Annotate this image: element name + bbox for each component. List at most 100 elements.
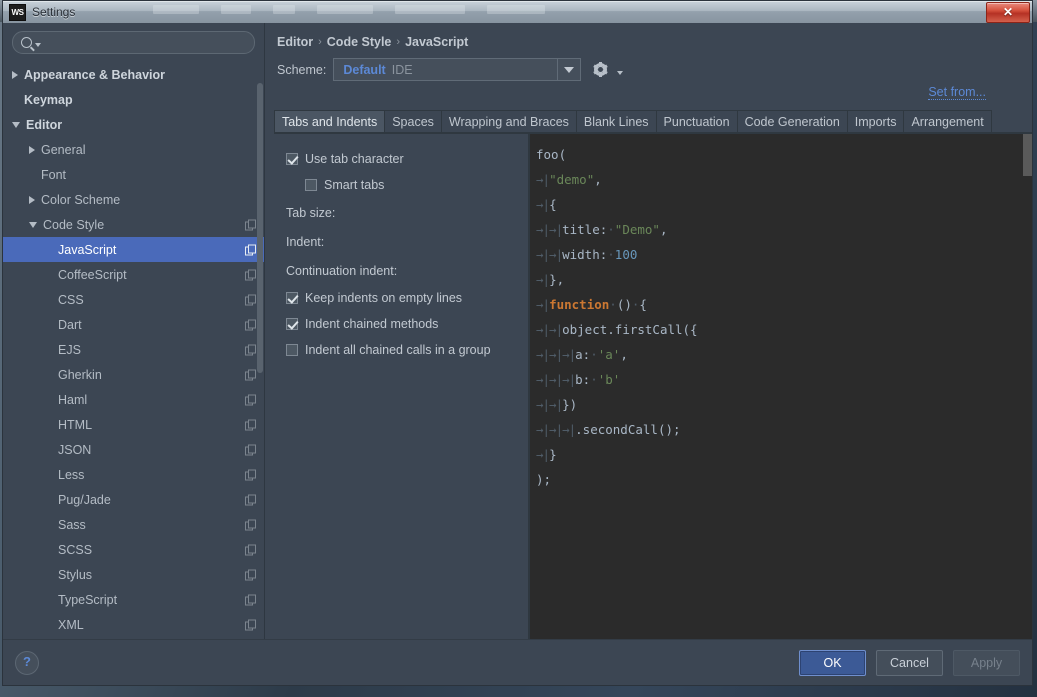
- option-label: Use tab character: [305, 152, 404, 166]
- sidebar-item-stylus[interactable]: Stylus: [3, 562, 264, 587]
- copy-scheme-icon[interactable]: [245, 619, 256, 630]
- settings-sidebar: Appearance & Behavior Keymap Editor General…: [3, 23, 265, 639]
- code-token: }): [562, 397, 578, 412]
- gear-dropdown-caret-icon[interactable]: [617, 70, 624, 75]
- chevron-right-icon[interactable]: [12, 70, 18, 79]
- chevron-right-icon[interactable]: [29, 195, 35, 204]
- settings-tabs[interactable]: Tabs and Indents Spaces Wrapping and Brace…: [274, 109, 1032, 133]
- copy-scheme-icon[interactable]: [245, 319, 256, 330]
- sidebar-item-haml[interactable]: Haml: [3, 387, 264, 412]
- settings-detail-panel: Editor › Code Style › JavaScript Scheme:…: [265, 23, 1032, 639]
- sidebar-item-font[interactable]: Font: [3, 162, 264, 187]
- checkbox-smart-tabs[interactable]: [305, 179, 317, 191]
- option-keep-indents-on-empty-lines[interactable]: Keep indents on empty lines: [286, 285, 528, 311]
- checkbox-use-tab-character[interactable]: [286, 153, 298, 165]
- preview-scrollbar-thumb[interactable]: [1023, 134, 1032, 176]
- breadcrumb-code-style[interactable]: Code Style: [327, 35, 392, 49]
- sidebar-item-label: HTML: [58, 417, 93, 432]
- option-indent-chained-methods[interactable]: Indent chained methods: [286, 311, 528, 337]
- sidebar-item-sass[interactable]: Sass: [3, 512, 264, 537]
- option-label: Smart tabs: [324, 178, 385, 192]
- code-preview-pane[interactable]: foo(→|"demo", →|{→|→|title:·"Demo", →|→|wi…: [529, 134, 1032, 639]
- sidebar-item-css[interactable]: CSS: [3, 287, 264, 312]
- copy-scheme-icon[interactable]: [245, 544, 256, 555]
- sidebar-item-gherkin[interactable]: Gherkin: [3, 362, 264, 387]
- cancel-button[interactable]: Cancel: [876, 649, 943, 676]
- tab-tabs-and-indents[interactable]: Tabs and Indents: [274, 110, 386, 132]
- checkbox-keep-indents-on-empty-lines[interactable]: [286, 292, 298, 304]
- code-token: →|: [536, 197, 550, 212]
- sidebar-item-pug-jade[interactable]: Pug/Jade: [3, 487, 264, 512]
- tab-imports[interactable]: Imports: [847, 110, 905, 132]
- field-row-tab-size: Tab size:: [286, 198, 797, 227]
- sidebar-item-coffeescript[interactable]: CoffeeScript: [3, 262, 264, 287]
- chevron-right-icon[interactable]: [29, 145, 35, 154]
- settings-tree[interactable]: Appearance & Behavior Keymap Editor General…: [3, 60, 264, 639]
- copy-scheme-icon[interactable]: [245, 294, 256, 305]
- sidebar-item-xml[interactable]: XML: [3, 612, 264, 637]
- tab-wrapping-and-braces[interactable]: Wrapping and Braces: [441, 110, 577, 132]
- scheme-dropdown[interactable]: Default IDE: [333, 58, 582, 81]
- copy-scheme-icon[interactable]: [245, 344, 256, 355]
- sidebar-scrollbar-thumb[interactable]: [257, 83, 263, 373]
- close-icon[interactable]: ✕: [986, 2, 1030, 23]
- scheme-value-qualifier: IDE: [391, 62, 413, 77]
- copy-scheme-icon[interactable]: [245, 369, 256, 380]
- checkbox-indent-chained-methods[interactable]: [286, 318, 298, 330]
- sidebar-item-label: Appearance & Behavior: [24, 67, 166, 82]
- tab-code-generation[interactable]: Code Generation: [737, 110, 848, 132]
- copy-scheme-icon[interactable]: [245, 269, 256, 280]
- gear-icon[interactable]: [593, 62, 609, 77]
- code-token: →|→|: [536, 322, 563, 337]
- help-icon[interactable]: ?: [15, 650, 39, 675]
- copy-scheme-icon[interactable]: [245, 394, 256, 405]
- sidebar-item-javascript[interactable]: JavaScript: [3, 237, 264, 262]
- search-box[interactable]: [12, 31, 255, 54]
- sidebar-item-scss[interactable]: SCSS: [3, 537, 264, 562]
- copy-scheme-icon[interactable]: [245, 569, 256, 580]
- sidebar-item-color-scheme[interactable]: Color Scheme: [3, 187, 264, 212]
- copy-scheme-icon[interactable]: [245, 244, 256, 255]
- checkbox-indent-all-chained-calls[interactable]: [286, 344, 298, 356]
- copy-scheme-icon[interactable]: [245, 419, 256, 430]
- sidebar-item-dart[interactable]: Dart: [3, 312, 264, 337]
- tab-arrangement[interactable]: Arrangement: [904, 110, 992, 132]
- sidebar-item-code-style[interactable]: Code Style: [3, 212, 264, 237]
- scheme-dropdown-arrow[interactable]: [557, 59, 580, 80]
- tab-punctuation[interactable]: Punctuation: [656, 110, 738, 132]
- copy-scheme-icon[interactable]: [245, 494, 256, 505]
- copy-scheme-icon[interactable]: [245, 519, 256, 530]
- apply-button[interactable]: Apply: [953, 649, 1020, 676]
- option-use-tab-character[interactable]: Use tab character: [286, 146, 528, 172]
- sidebar-item-label: CSS: [58, 292, 84, 307]
- sidebar-item-ejs[interactable]: EJS: [3, 337, 264, 362]
- sidebar-item-html[interactable]: HTML: [3, 412, 264, 437]
- copy-scheme-icon[interactable]: [245, 469, 256, 480]
- tab-spaces[interactable]: Spaces: [385, 110, 442, 132]
- breadcrumb-javascript[interactable]: JavaScript: [405, 35, 468, 49]
- set-from-link[interactable]: Set from...: [928, 85, 986, 100]
- chevron-down-icon[interactable]: [12, 121, 20, 128]
- sidebar-item-json[interactable]: JSON: [3, 437, 264, 462]
- ok-button[interactable]: OK: [799, 649, 866, 676]
- code-token: title:: [562, 222, 608, 237]
- copy-scheme-icon[interactable]: [245, 594, 256, 605]
- search-input[interactable]: [41, 34, 246, 51]
- breadcrumb-editor[interactable]: Editor: [277, 35, 313, 49]
- copy-scheme-icon[interactable]: [245, 219, 256, 230]
- sidebar-item-general[interactable]: General: [3, 137, 264, 162]
- tab-blank-lines[interactable]: Blank Lines: [576, 110, 657, 132]
- sidebar-item-label: General: [41, 142, 86, 157]
- sidebar-item-typescript[interactable]: TypeScript: [3, 587, 264, 612]
- code-token: .secondCall();: [575, 422, 681, 437]
- sidebar-item-editor[interactable]: Editor: [3, 112, 264, 137]
- sidebar-item-label: Code Style: [43, 217, 105, 232]
- option-smart-tabs[interactable]: Smart tabs: [286, 172, 528, 198]
- sidebar-item-less[interactable]: Less: [3, 462, 264, 487]
- chevron-down-icon[interactable]: [29, 221, 37, 228]
- code-token: },: [549, 272, 565, 287]
- option-indent-all-chained-calls[interactable]: Indent all chained calls in a group: [286, 337, 528, 363]
- copy-scheme-icon[interactable]: [245, 444, 256, 455]
- sidebar-item-appearance-behavior[interactable]: Appearance & Behavior: [3, 62, 264, 87]
- sidebar-item-keymap[interactable]: Keymap: [3, 87, 264, 112]
